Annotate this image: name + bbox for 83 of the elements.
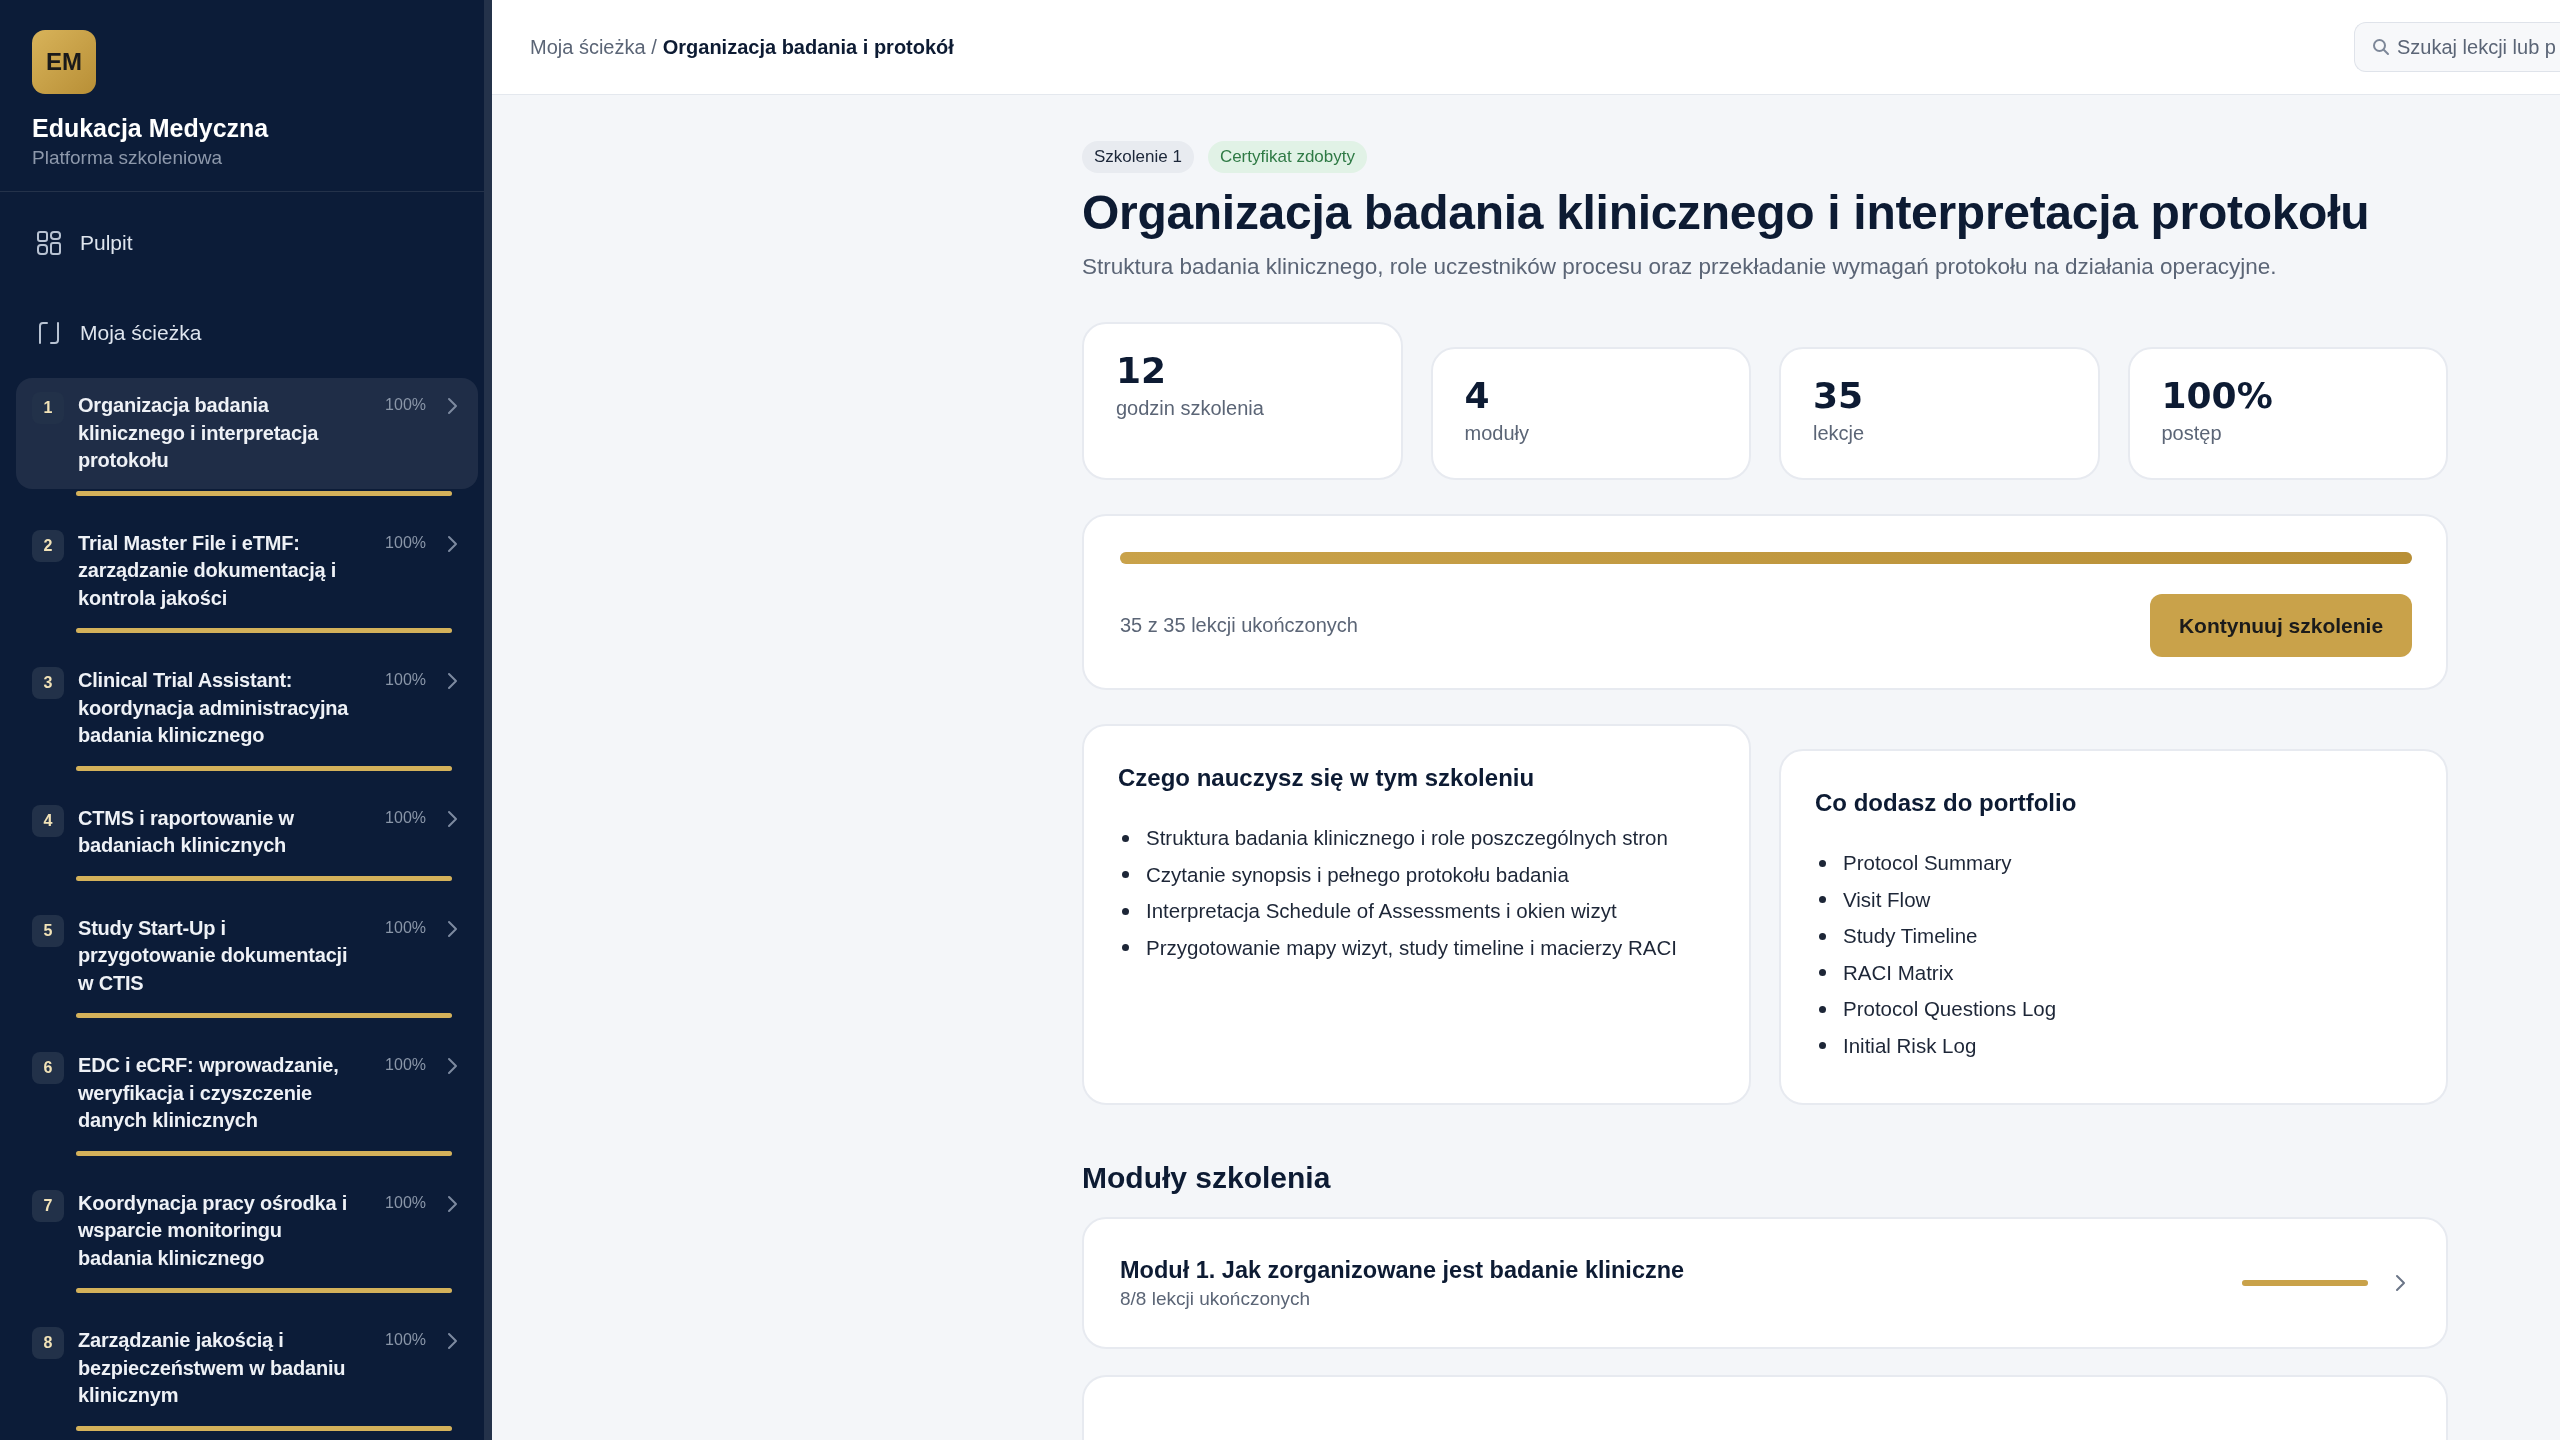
list-item: Przygotowanie mapy wizyt, study timeline i macierzy RACI <box>1146 934 1677 961</box>
grid-icon <box>36 230 62 256</box>
bullet-icon <box>1819 1005 1826 1013</box>
path-icon <box>36 320 62 346</box>
card-heading: Czego nauczysz się w tym szkoleniu <box>1118 764 1536 792</box>
course-item[interactable]: 8 Zarządzanie jakością i bezpieczeństwem w badaniu klinicznym 100% <box>16 1313 478 1424</box>
list-item: Interpretacja Schedule of Assessments i okien wizyt <box>1146 898 1617 924</box>
progress-percent: 100% <box>385 671 426 689</box>
list-item: Czytanie synopsis i pełnego protokołu badania <box>1146 861 1569 888</box>
nav-link[interactable]: Moja ścieżka <box>0 288 484 378</box>
stat-value: 12 <box>1116 350 1168 391</box>
section-heading: Moduły szkolenia <box>1082 1161 1332 1195</box>
breadcrumb-link[interactable]: Moja ścieżka / <box>530 35 657 59</box>
list-item: Initial Risk Log <box>1843 1032 1977 1059</box>
course-item[interactable]: 6 EDC i eCRF: wprowadzanie, weryfikacja i czyszczenie danych klinicznych 100% <box>16 1038 478 1149</box>
chevron-icon <box>446 396 458 416</box>
course-item[interactable]: 5 Study Start-Up i przygotowanie dokumentacji w CTIS 100% <box>16 900 478 1011</box>
progress-percent: 100% <box>385 1193 426 1212</box>
stat-value: 100% <box>2161 375 2274 416</box>
course-item[interactable]: 4 CTMS i raportowanie w badaniach klinicznych 100% <box>16 790 478 874</box>
logo-badge: EM <box>32 30 96 94</box>
bullet-icon <box>1122 907 1129 915</box>
module-card[interactable]: Moduł 1. Jak zorganizowane jest badanie kliniczne 8/8 lekcji ukończonych <box>1082 1217 2448 1349</box>
stat-label: godzin szkolenia <box>1116 397 1265 420</box>
bullet-icon <box>1122 871 1129 879</box>
bullet-icon <box>1819 1042 1826 1050</box>
bullet-icon <box>1819 969 1826 977</box>
progress-percent: 100% <box>385 533 426 552</box>
number-badge: 1 <box>32 392 64 424</box>
bullet-icon <box>1819 932 1826 940</box>
chevron-icon <box>2394 1273 2406 1293</box>
progress-percent: 100% <box>385 918 426 937</box>
list-item: Visit Flow <box>1843 886 1931 913</box>
bullet-icon <box>1122 834 1129 842</box>
number-badge: 8 <box>32 1327 64 1359</box>
bullet-icon <box>1819 859 1826 867</box>
stat-value: 4 <box>1464 375 1491 416</box>
number-badge: 3 <box>32 667 64 699</box>
number-badge: 5 <box>32 914 64 947</box>
module-caption: 8/8 lekcji ukończonych <box>1120 1287 1312 1310</box>
chevron-icon <box>446 533 458 554</box>
progress-percent: 100% <box>385 396 426 414</box>
list-item: RACI Matrix <box>1843 959 1954 986</box>
progress-percent: 100% <box>385 1331 426 1349</box>
bullet-icon <box>1819 896 1826 904</box>
tag: Szkolenie 1 <box>1082 141 1194 173</box>
breadcrumb-current: Organizacja badania i protokół <box>662 35 954 59</box>
stat-value: 35 <box>1813 375 1865 416</box>
number-badge: 2 <box>32 529 64 562</box>
tag: Certyfikat zdobyty <box>1207 141 1367 173</box>
progress-percent: 100% <box>385 1056 426 1074</box>
list-item: Study Timeline <box>1843 923 1978 949</box>
page-description: Struktura badania klinicznego, role uczestników procesu oraz przekładanie wymagań protokołu na działania operacyjne. <box>1082 254 2278 280</box>
bullet-icon <box>1122 944 1129 952</box>
chevron-icon <box>446 1193 458 1214</box>
card-heading: Co dodasz do portfolio <box>1815 789 2078 817</box>
stat-label: moduły <box>1464 422 1530 445</box>
chevron-icon <box>446 671 458 691</box>
chevron-icon <box>446 808 458 829</box>
course-item[interactable]: 1 Organizacja badania klinicznego i interpretacja protokołu 100% <box>16 378 478 489</box>
course-item[interactable]: 7 Koordynacja pracy ośrodka i wsparcie monitoringu badania klinicznego 100% <box>16 1175 478 1286</box>
chevron-icon <box>446 1331 458 1351</box>
course-item[interactable]: 2 Trial Master File i eTMF: zarządzanie dokumentacją i kontrola jakości 100% <box>16 515 478 626</box>
continue-button[interactable]: Kontynuuj szkolenie <box>2150 594 2412 657</box>
module-title: Moduł 1. Jak zorganizowane jest badanie kliniczne <box>1120 1256 1686 1284</box>
list-item: Struktura badania klinicznego i role poszczególnych stron <box>1146 825 1668 851</box>
brand-subtitle: Platforma szkoleniowa <box>32 147 223 169</box>
list-item: Protocol Questions Log <box>1843 996 2057 1022</box>
number-badge: 7 <box>32 1189 64 1222</box>
progress-caption: 35 z 35 lekcji ukończonych <box>1120 614 1358 637</box>
stat-label: lekcje <box>1813 422 1866 445</box>
course-item[interactable]: 3 Clinical Trial Assistant: koordynacja administracyjna badania klinicznego 100% <box>16 653 478 764</box>
list-item: Protocol Summary <box>1843 850 2012 876</box>
chevron-icon <box>446 1056 458 1076</box>
number-badge: 4 <box>32 804 64 837</box>
page-title: Organizacja badania klinicznego i interpretacja protokołu <box>1082 185 2371 240</box>
nav-link[interactable]: Pulpit <box>0 198 484 288</box>
number-badge: 6 <box>32 1052 64 1084</box>
progress-percent: 100% <box>385 808 426 827</box>
brand-name: Edukacja Medyczna <box>32 114 269 143</box>
stat-label: postęp <box>2161 422 2223 445</box>
chevron-icon <box>446 918 458 939</box>
search-field[interactable]: Szukaj lekcji lub p <box>2354 22 2560 72</box>
